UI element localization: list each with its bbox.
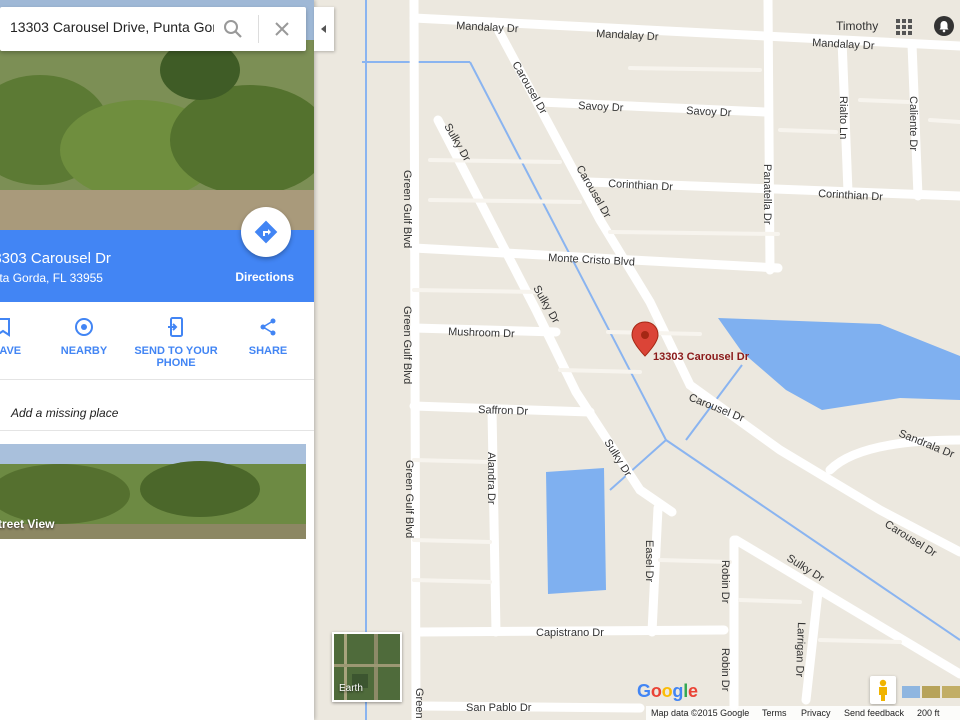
privacy-link[interactable]: Privacy [801,708,831,718]
send-to-phone-button[interactable]: SEND TO YOUR PHONE [132,316,220,369]
street-label: Caliente Dr [907,96,919,151]
map-data-attribution: Map data ©2015 Google [651,708,750,718]
place-title: 13303 Carousel Dr [0,250,111,267]
logo-letter: G [637,681,651,701]
street-label: Green [413,688,425,719]
send-to-phone-label: SEND TO YOUR PHONE [134,345,218,369]
send-feedback-link[interactable]: Send feedback [844,708,904,718]
logo-letter: g [672,681,684,701]
imagery-strip[interactable] [900,680,960,704]
earth-label: Earth [339,683,363,694]
street-label: Panatella Dr [761,164,773,225]
apps-grid-icon [896,19,912,35]
close-icon [275,22,289,36]
bell-icon [939,21,949,33]
street-label: Mushroom Dr [448,326,515,340]
street-label: Larrigan Dr [793,622,807,678]
street-label: Green Gulf Blvd [401,306,413,384]
street-label: Savoy Dr [686,105,732,119]
earth-view-toggle[interactable]: Earth [332,632,402,702]
street-view-thumbnail[interactable]: Street View [0,444,306,539]
imagery-thumbnails-icon [902,686,960,698]
street-label: San Pablo Dr [466,702,532,714]
logo-letter: o [661,681,673,701]
logo-letter: o [650,681,662,701]
clear-search-button[interactable] [268,15,296,43]
save-button[interactable]: SAVE [0,316,22,357]
send-to-phone-icon [168,317,183,337]
nearby-pin-icon [75,318,93,336]
search-icon [224,20,242,38]
search-box [0,7,306,51]
pegman-icon [879,679,887,701]
nearby-button[interactable]: NEARBY [58,316,110,357]
street-label: Savoy Dr [578,100,624,114]
apps-button[interactable] [896,19,912,35]
search-divider [258,15,259,43]
directions-button[interactable] [241,207,291,257]
place-panel: 13303 Carousel Dr Punta Gorda, FL 33955 … [0,0,314,720]
street-label: Saffron Dr [478,404,529,418]
street-view-label: Street View [0,517,55,531]
directions-label[interactable]: Directions [235,270,294,284]
directions-icon [254,220,278,244]
street-label: Robin Dr [719,648,731,692]
street-label: Capistrano Dr [536,627,604,639]
share-button[interactable]: SHARE [240,316,296,357]
google-logo: Google [637,681,698,702]
divider [0,430,314,431]
bookmark-icon [0,318,10,337]
map-footer: Map data ©2015 Google Terms Privacy Send… [646,706,960,720]
scale-label: 200 ft [917,708,940,718]
pegman-button[interactable] [870,676,896,704]
nearby-label: NEARBY [60,345,108,357]
user-name[interactable]: Timothy [836,19,878,33]
street-label: Alandra Dr [485,452,497,505]
place-address: Punta Gorda, FL 33955 [0,271,103,285]
share-label: SHARE [248,345,288,357]
notifications-button[interactable] [934,16,954,36]
street-label: Easel Dr [643,540,655,583]
street-label: Green Gulf Blvd [403,460,415,538]
collapse-panel-button[interactable] [314,7,334,51]
chevron-left-icon [321,25,326,33]
terms-link[interactable]: Terms [762,708,787,718]
action-row: SAVE NEARBY SEND TO YOUR PHONE SHARE [0,302,314,380]
street-label: Rialto Ln [837,96,849,139]
marker-label: 13303 Carousel Dr [653,351,750,363]
search-input[interactable] [10,19,214,35]
pond-west [546,468,606,594]
share-icon [260,318,276,336]
street-label: Robin Dr [719,560,731,604]
street-label: Green Gulf Blvd [401,170,413,248]
add-missing-place-link[interactable]: Add a missing place [11,406,118,420]
logo-letter: e [688,681,698,701]
search-button[interactable] [218,15,248,43]
save-label: SAVE [0,345,22,357]
